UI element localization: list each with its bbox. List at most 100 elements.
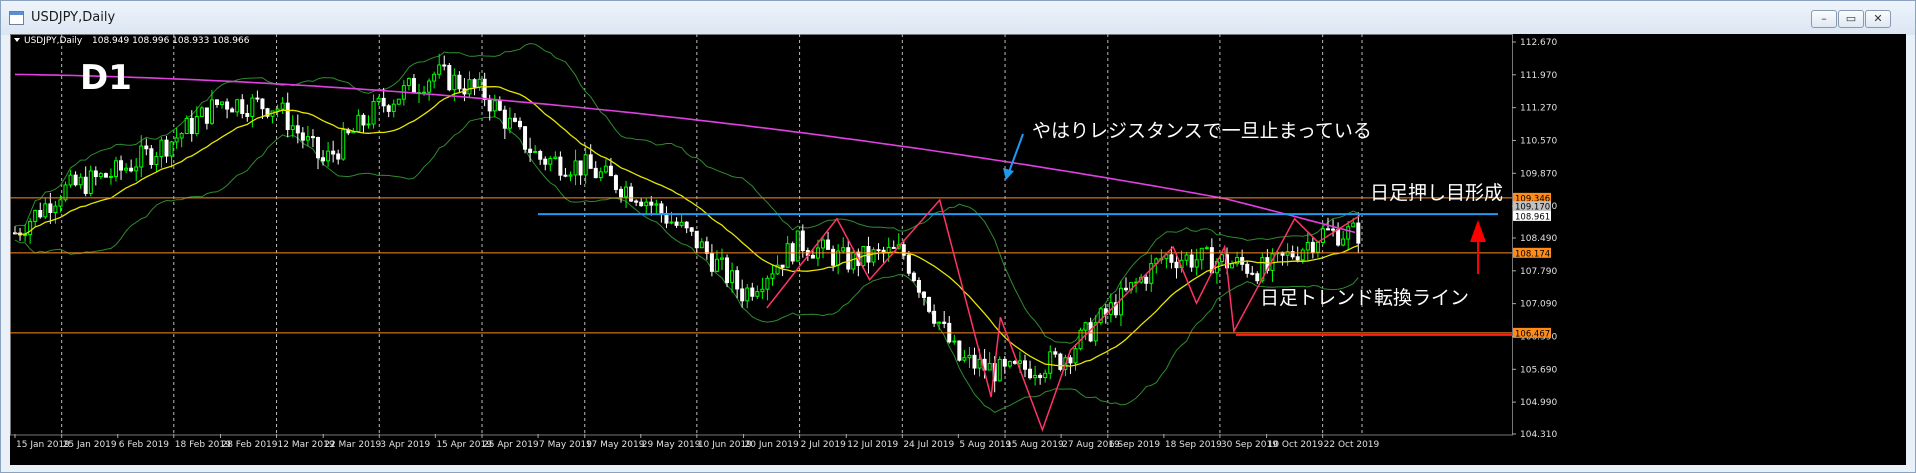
minimize-button[interactable]: – (1811, 10, 1837, 28)
price-axis: 112.670111.970111.270110.570109.870109.1… (1512, 38, 1557, 440)
date-tick-label: 25 Jan 2019 (63, 440, 117, 450)
date-tick-label: 10 Oct 2019 (1268, 440, 1324, 450)
candle-body (1326, 228, 1330, 231)
candle-body (603, 165, 608, 173)
candle-body (1305, 241, 1310, 251)
candle-body (1048, 351, 1053, 374)
candle-body (997, 358, 1002, 382)
candle-body (381, 97, 386, 107)
candle-body (189, 117, 194, 135)
candle-body (73, 174, 78, 186)
candle-body (563, 174, 568, 177)
candle-body (396, 98, 401, 105)
candle-body (962, 357, 967, 361)
candle-body (755, 291, 760, 297)
candle-body (1149, 263, 1154, 284)
candle-body (220, 101, 225, 106)
window-title: USDJPY,Daily (31, 10, 116, 25)
candle-body (1144, 276, 1149, 284)
candle-body (765, 277, 770, 290)
candle-body (613, 175, 618, 190)
candle-body (1194, 259, 1199, 268)
candle-body (1053, 351, 1058, 355)
resistance-note: やはりレジスタンスで一旦止まっている (1032, 120, 1372, 142)
candle-body (487, 99, 492, 112)
candle-body (38, 210, 43, 218)
title-bar[interactable]: USDJPY,Daily – ▭ ✕ (1, 1, 1915, 35)
candle-body (124, 167, 129, 171)
candle-body (568, 174, 573, 177)
candle-body (1058, 353, 1063, 370)
candle-body (492, 100, 497, 112)
candle-body (1007, 361, 1012, 367)
candle-body (841, 247, 846, 252)
candle-body (1043, 372, 1048, 379)
candle-body (1285, 251, 1290, 256)
restore-button[interactable]: ▭ (1838, 10, 1864, 28)
candle-body (1336, 229, 1341, 246)
candle-body (43, 203, 48, 218)
date-tick-label: 25 Apr 2019 (483, 440, 539, 450)
candle-body (305, 136, 310, 141)
plot-border (10, 34, 1513, 436)
candle-body (800, 230, 805, 252)
candle-body (750, 287, 755, 297)
candle-body (432, 73, 437, 82)
candle-body (174, 137, 179, 143)
candle-body (922, 291, 926, 298)
candle-body (714, 258, 719, 272)
candle-body (942, 321, 947, 324)
candle-body (88, 170, 93, 194)
candle-body (376, 97, 381, 102)
candle-body (457, 74, 462, 90)
date-tick-label: 18 Sep 2019 (1165, 440, 1222, 450)
candle-body (240, 99, 245, 114)
candle-body (1204, 247, 1209, 250)
bollinger-upper (14, 42, 1359, 344)
candle-body (341, 129, 346, 160)
candle-body (159, 139, 164, 158)
candle-body (472, 79, 477, 88)
ma-long-line (14, 73, 1356, 234)
candle-body (1033, 374, 1038, 379)
candle-body (851, 251, 856, 270)
candle-series (13, 53, 1361, 393)
candle-body (932, 310, 937, 324)
candle-body (745, 287, 750, 302)
candle-body (467, 79, 472, 95)
candle-body (184, 117, 189, 135)
candle-body (260, 98, 265, 110)
candle-body (785, 243, 790, 268)
candle-body (194, 115, 199, 135)
candle-body (1017, 360, 1022, 364)
candle-body (255, 97, 260, 100)
candle-body (1083, 322, 1088, 331)
candle-body (891, 246, 896, 249)
candle-body (427, 80, 432, 93)
candle-body (225, 101, 230, 110)
candle-body (154, 156, 159, 165)
candle-body (477, 78, 482, 88)
candle-body (972, 354, 977, 369)
candle-body (103, 173, 108, 178)
candle-body (179, 133, 184, 139)
candle-body (1245, 263, 1250, 274)
price-tick-label: 107.090 (1520, 300, 1557, 310)
candle-body (1028, 368, 1033, 379)
price-chart[interactable]: 112.670111.970111.270110.570109.870109.1… (10, 34, 1906, 465)
candle-body (543, 158, 548, 165)
close-button[interactable]: ✕ (1865, 10, 1891, 28)
chart-svg[interactable]: 112.670111.970111.270110.570109.870109.1… (10, 34, 1906, 465)
date-tick-label: 15 Aug 2019 (1006, 440, 1064, 450)
candle-body (391, 103, 396, 112)
candle-body (1341, 238, 1346, 246)
candle-body (93, 170, 98, 178)
candle-body (906, 254, 911, 274)
candle-body (699, 241, 704, 249)
candle-body (730, 270, 735, 284)
trend-line-note: 日足トレンド転換ライン (1260, 287, 1469, 309)
candle-body (1300, 249, 1305, 261)
candle-body (1174, 261, 1179, 269)
candle-body (502, 109, 507, 129)
candle-body (452, 74, 457, 91)
